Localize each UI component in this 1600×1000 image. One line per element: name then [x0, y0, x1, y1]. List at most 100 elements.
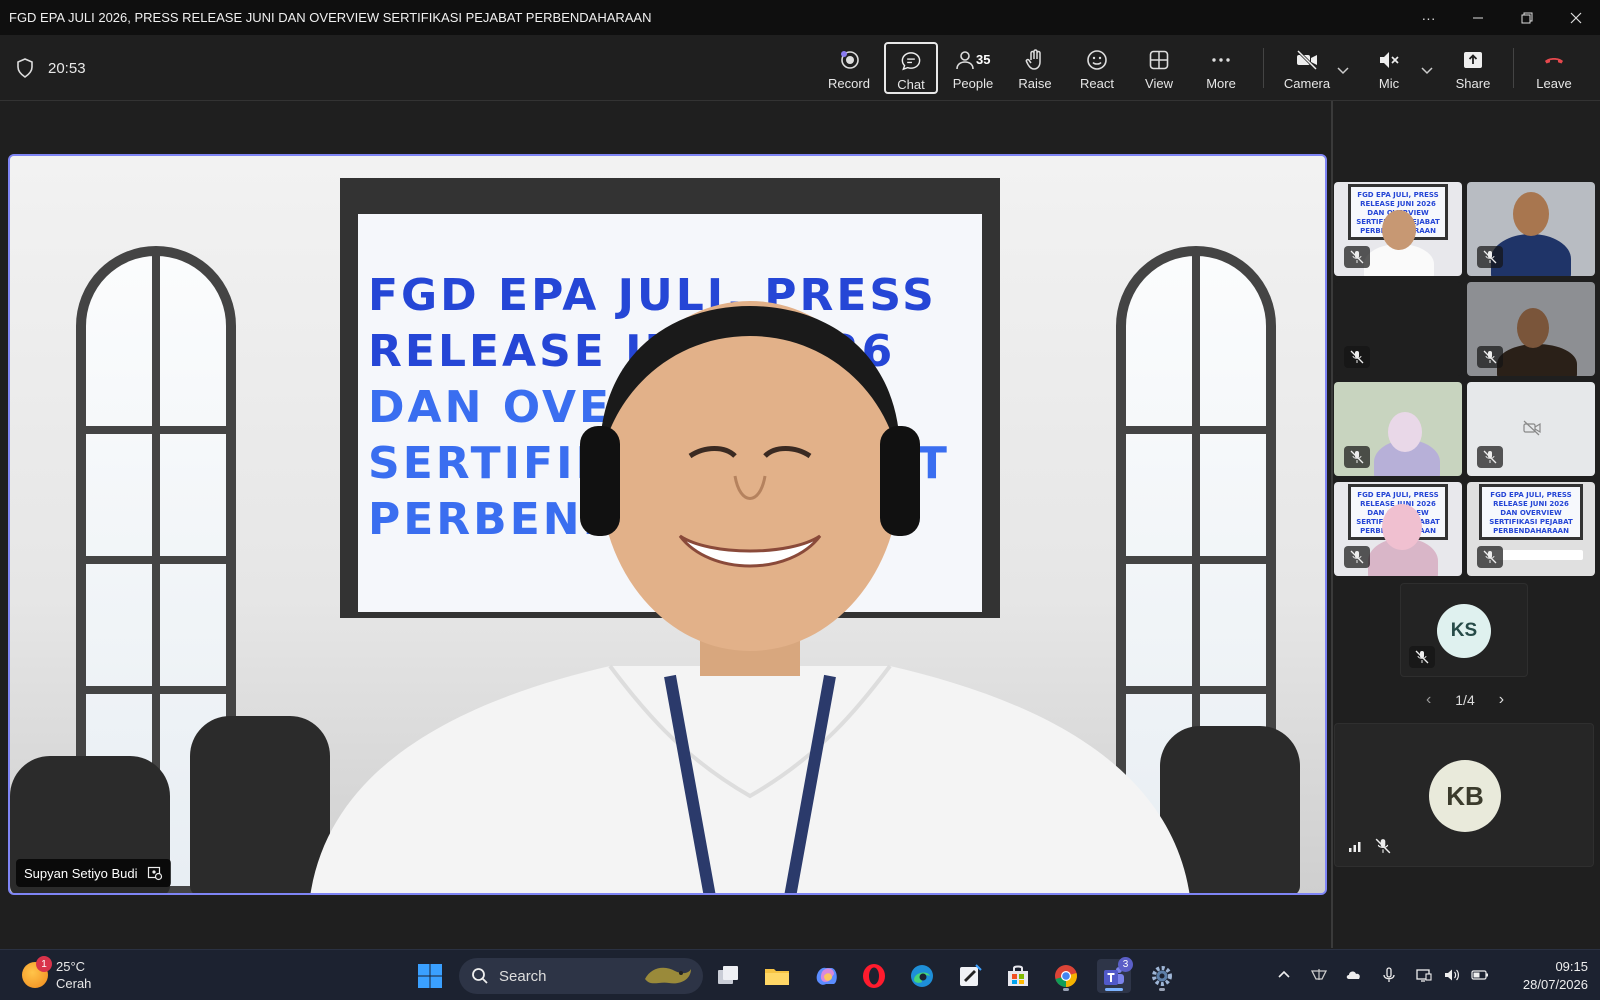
show-hidden-icons-button[interactable]	[1273, 964, 1295, 986]
record-button[interactable]: Record	[822, 42, 876, 94]
chat-button[interactable]: Chat	[884, 42, 938, 94]
mic-off-icon	[1350, 350, 1364, 364]
tray-app-icon	[1310, 969, 1328, 980]
copilot-button[interactable]	[809, 959, 843, 993]
microsoft-store-button[interactable]	[1001, 959, 1035, 993]
close-button[interactable]	[1551, 0, 1600, 35]
taskbar-search[interactable]: Search	[459, 958, 703, 994]
signal-bars-icon	[1349, 842, 1361, 852]
next-page-icon[interactable]: ›	[1499, 691, 1504, 709]
mic-label: Mic	[1378, 76, 1400, 91]
camera-label: Camera	[1283, 76, 1331, 91]
poster-line: SERTIFIKASI PEJABAT	[1489, 518, 1573, 526]
chevron-up-icon	[1278, 970, 1290, 978]
participant-tile[interactable]: FGD EPA JULI, PRESS RELEASE JUNI 2026 DA…	[1334, 182, 1462, 276]
participant-tile[interactable]: FGD EPA JULI, PRESS RELEASE JUNI 2026 DA…	[1334, 482, 1462, 576]
teams-button[interactable]: 3	[1097, 957, 1133, 993]
muted-indicator	[1477, 246, 1503, 268]
people-button[interactable]: 35 People	[946, 42, 1000, 94]
meeting-toolbar: 20:53 Record Chat 35 People Raise React …	[0, 35, 1600, 101]
poster-line: DAN OVERVIEW	[1500, 509, 1562, 517]
participant-tile-kb[interactable]: KB	[1334, 723, 1594, 867]
leave-label: Leave	[1536, 76, 1572, 91]
opera-button[interactable]	[857, 959, 891, 993]
participant-tile-ks[interactable]: KS	[1400, 583, 1528, 677]
raise-hand-button[interactable]: Raise	[1008, 42, 1062, 94]
mic-off-icon	[1350, 250, 1364, 264]
file-explorer-button[interactable]	[760, 959, 794, 993]
edge-button[interactable]	[905, 959, 939, 993]
search-icon	[472, 968, 488, 984]
react-button[interactable]: React	[1070, 42, 1124, 94]
poster-line: FGD EPA JULI, PRESS	[1490, 491, 1572, 499]
participant-tile[interactable]	[1467, 182, 1595, 276]
settings-button[interactable]	[1145, 959, 1179, 993]
tile-poster: FGD EPA JULI, PRESS RELEASE JUNI 2026 DA…	[1479, 484, 1583, 540]
task-view-button[interactable]	[711, 959, 745, 993]
edge-icon	[911, 965, 933, 987]
view-label: View	[1145, 76, 1173, 91]
camera-options-chevron-icon[interactable]	[1335, 62, 1351, 78]
background-effect-icon	[148, 866, 163, 881]
start-button[interactable]	[413, 959, 447, 993]
raise-label: Raise	[1018, 76, 1052, 91]
restore-button[interactable]	[1502, 0, 1551, 35]
shield-icon	[17, 58, 33, 78]
taskbar-clock[interactable]: 09:15 28/07/2026	[1500, 958, 1588, 994]
network-tray[interactable]	[1413, 964, 1435, 986]
mic-off-icon	[1483, 550, 1497, 564]
participant-tile[interactable]	[1334, 382, 1462, 476]
muted-indicator	[1344, 546, 1370, 568]
participant-figure	[1497, 344, 1577, 376]
speaker-name: Supyan Setiyo Budi	[24, 865, 138, 881]
weather-temperature: 25°C	[56, 959, 86, 974]
speaker-name-tag: Supyan Setiyo Budi	[16, 859, 172, 887]
muted-indicator	[1477, 446, 1503, 468]
participant-tile[interactable]	[1467, 382, 1595, 476]
share-button[interactable]: Share	[1446, 42, 1500, 94]
participant-figure	[1382, 210, 1416, 250]
participant-tile[interactable]: FGD EPA JULI, PRESS RELEASE JUNI 2026 DA…	[1467, 482, 1595, 576]
participant-figure	[1513, 192, 1549, 236]
leave-button[interactable]: Leave	[1527, 42, 1581, 94]
toolbar-separator	[1263, 48, 1264, 88]
camera-off-icon	[1296, 49, 1318, 71]
previous-page-icon[interactable]: ‹	[1426, 691, 1431, 709]
chrome-button[interactable]	[1049, 959, 1083, 993]
avatar: KS	[1437, 604, 1491, 658]
poster-line: PERBENDAHARAAN	[1493, 527, 1569, 535]
mic-off-icon	[1483, 450, 1497, 464]
mic-button[interactable]: Mic	[1362, 42, 1416, 94]
microphone-tray[interactable]	[1378, 964, 1400, 986]
ellipsis-icon	[1212, 58, 1230, 62]
onedrive-tray[interactable]	[1343, 964, 1365, 986]
record-label: Record	[828, 76, 870, 91]
running-indicator	[1105, 988, 1123, 991]
opera-icon	[863, 964, 885, 988]
minimize-button[interactable]	[1453, 0, 1502, 35]
tray-app[interactable]	[1308, 964, 1330, 986]
chair	[190, 716, 330, 893]
store-icon	[1008, 965, 1028, 986]
participant-tile[interactable]	[1334, 282, 1462, 376]
weather-description: Cerah	[56, 976, 92, 991]
view-button[interactable]: View	[1132, 42, 1186, 94]
poster-line: FGD EPA JULI, PRESS	[1357, 191, 1439, 199]
weather-widget[interactable]: 1 25°C Cerah	[22, 956, 92, 992]
paint-button[interactable]	[953, 959, 987, 993]
search-label: Search	[499, 967, 547, 985]
participant-figure	[1388, 412, 1422, 452]
participant-tile[interactable]	[1467, 282, 1595, 376]
more-button[interactable]: More	[1194, 42, 1248, 94]
camera-button[interactable]: Camera	[1277, 42, 1337, 94]
paint-icon	[960, 964, 982, 986]
grid-icon	[1149, 50, 1169, 70]
volume-tray[interactable]	[1441, 964, 1463, 986]
main-video-stage[interactable]: FGD EPA JULI, PRESS RELEASE JUNI 2026 DA…	[8, 154, 1327, 895]
windows-taskbar: 1 25°C Cerah Search 3 09:15 28/07/2026	[0, 949, 1600, 1000]
battery-tray[interactable]	[1469, 964, 1491, 986]
battery-icon	[1471, 970, 1488, 980]
mic-options-chevron-icon[interactable]	[1419, 62, 1435, 78]
more-options-icon[interactable]: ···	[1404, 0, 1453, 35]
muted-indicator	[1409, 646, 1435, 668]
